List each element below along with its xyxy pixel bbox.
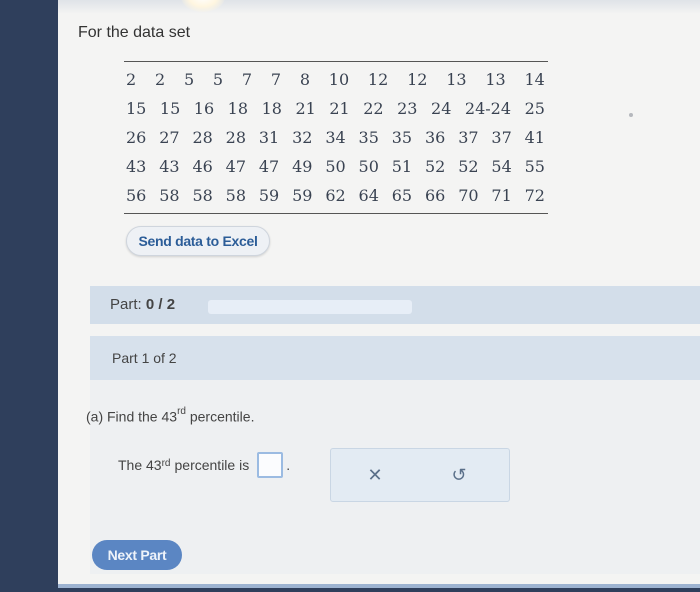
data-value: 55	[524, 157, 545, 176]
data-value: 2	[126, 70, 137, 89]
data-row: 26 27 28 28 31 32 34 35 35 36 37 37 41	[124, 123, 548, 152]
data-value: 25	[524, 99, 545, 118]
data-value: 27	[159, 128, 180, 147]
data-value: 21	[329, 99, 350, 118]
data-value: 72	[524, 186, 545, 205]
data-value: 65	[391, 186, 413, 205]
data-row: 43 43 46 47 47 49 50 50 51 52 52 54 55	[124, 152, 548, 181]
data-value: 47	[225, 157, 247, 176]
bottom-strip	[58, 584, 700, 588]
data-value: 37	[491, 128, 512, 147]
data-value: 52	[458, 157, 479, 176]
data-value: 64	[358, 186, 379, 205]
data-value: 16	[193, 99, 215, 118]
data-value: 66	[424, 186, 446, 205]
data-value: 54	[491, 157, 512, 176]
data-value: 62	[325, 186, 346, 205]
top-bar	[58, 0, 700, 14]
data-value: 50	[325, 157, 346, 176]
answer-ordinal-suffix: rd	[161, 457, 171, 469]
data-value: 51	[391, 157, 413, 176]
data-row: 56 58 58 58 59 59 62 64 65 66 70 71 72	[124, 181, 548, 210]
answer-input[interactable]	[257, 452, 284, 478]
question-ordinal-suffix: rd	[177, 406, 186, 417]
data-value: 56	[126, 186, 147, 205]
data-value: 21	[295, 99, 316, 118]
data-row: 2 2 5 5 7 7 8 10 12 12 13 13 14	[124, 65, 548, 94]
data-value: 49	[292, 157, 313, 176]
data-value: 12	[367, 70, 389, 89]
progress-track	[208, 300, 412, 314]
data-value: 41	[524, 128, 545, 147]
data-value: 35	[391, 128, 413, 147]
part-label: Part: 0 / 2	[110, 296, 175, 313]
answer-prefix: The 43	[118, 457, 162, 473]
data-value: 58	[192, 186, 213, 205]
part-progress-bar: Part: 0 / 2	[90, 286, 700, 324]
part-title: Part 1 of 2	[112, 350, 177, 366]
data-value: 43	[159, 157, 180, 176]
answer-row: The 43rd percentile is .	[118, 452, 290, 478]
data-value: 59	[292, 186, 313, 205]
data-value: 50	[358, 157, 379, 176]
undo-icon[interactable]: ↺	[445, 463, 473, 487]
answer-period: .	[286, 457, 291, 473]
data-row: 15 15 16 18 18 21 21 22 23 24 24-24 25	[124, 94, 548, 123]
data-value: 28	[225, 128, 247, 147]
data-value: 15	[126, 99, 147, 118]
close-icon[interactable]: ✕	[361, 463, 389, 487]
next-part-button[interactable]: Next Part	[92, 540, 182, 570]
data-value: 36	[424, 128, 446, 147]
send-to-excel-button[interactable]: Send data to Excel	[126, 226, 270, 256]
part-panel-header: Part 1 of 2	[90, 336, 700, 380]
data-value: 10	[328, 70, 350, 89]
answer-suffix: percentile is	[174, 457, 250, 473]
data-value: 13	[446, 70, 467, 89]
data-value: 59	[258, 186, 280, 205]
question-text: (a) Find the 43rd percentile.	[86, 406, 255, 425]
data-value: 35	[358, 128, 379, 147]
data-value: 47	[258, 157, 280, 176]
data-value: 24	[431, 99, 452, 118]
data-value: 5	[183, 70, 195, 89]
data-value: 13	[485, 70, 506, 89]
data-value: 18	[227, 99, 249, 118]
data-value: 26	[126, 128, 147, 147]
data-value: 28	[192, 128, 213, 147]
data-value: 23	[397, 99, 418, 118]
data-value: 46	[192, 157, 213, 176]
data-table: 2 2 5 5 7 7 8 10 12 12 13 13 14 15 15 16 18 18 21 21 22 23 24 2…	[124, 61, 548, 214]
data-value: 34	[325, 128, 346, 147]
data-value: 5	[212, 70, 224, 89]
data-value: 58	[159, 186, 180, 205]
data-value: 2	[154, 70, 166, 89]
data-value: 18	[261, 99, 282, 118]
data-value: 70	[458, 186, 479, 205]
data-value: 43	[126, 157, 147, 176]
data-value: 24-24	[464, 99, 512, 118]
data-value: 32	[292, 128, 313, 147]
question-suffix: percentile.	[189, 408, 255, 425]
data-value: 7	[270, 70, 282, 89]
decorative-dot	[629, 113, 633, 117]
data-value: 8	[299, 70, 310, 89]
data-value: 14	[524, 70, 545, 89]
data-value: 58	[225, 186, 247, 205]
data-value: 37	[458, 128, 479, 147]
question-prefix: (a) Find the 43	[86, 408, 178, 425]
data-value: 22	[363, 99, 384, 118]
data-value: 7	[241, 70, 253, 89]
intro-text: For the data set	[78, 24, 191, 41]
answer-tools: ✕ ↺	[330, 448, 510, 502]
data-value: 31	[258, 128, 280, 147]
part-label-text: Part:	[110, 296, 142, 313]
data-value: 52	[424, 157, 446, 176]
screen: For the data set 2 2 5 5 7 7 8 10 12 12 13 13 14 15 15…	[58, 0, 700, 588]
data-value: 12	[407, 70, 428, 89]
part-count: 0 / 2	[145, 296, 176, 313]
data-value: 15	[159, 99, 181, 118]
data-value: 71	[491, 186, 512, 205]
